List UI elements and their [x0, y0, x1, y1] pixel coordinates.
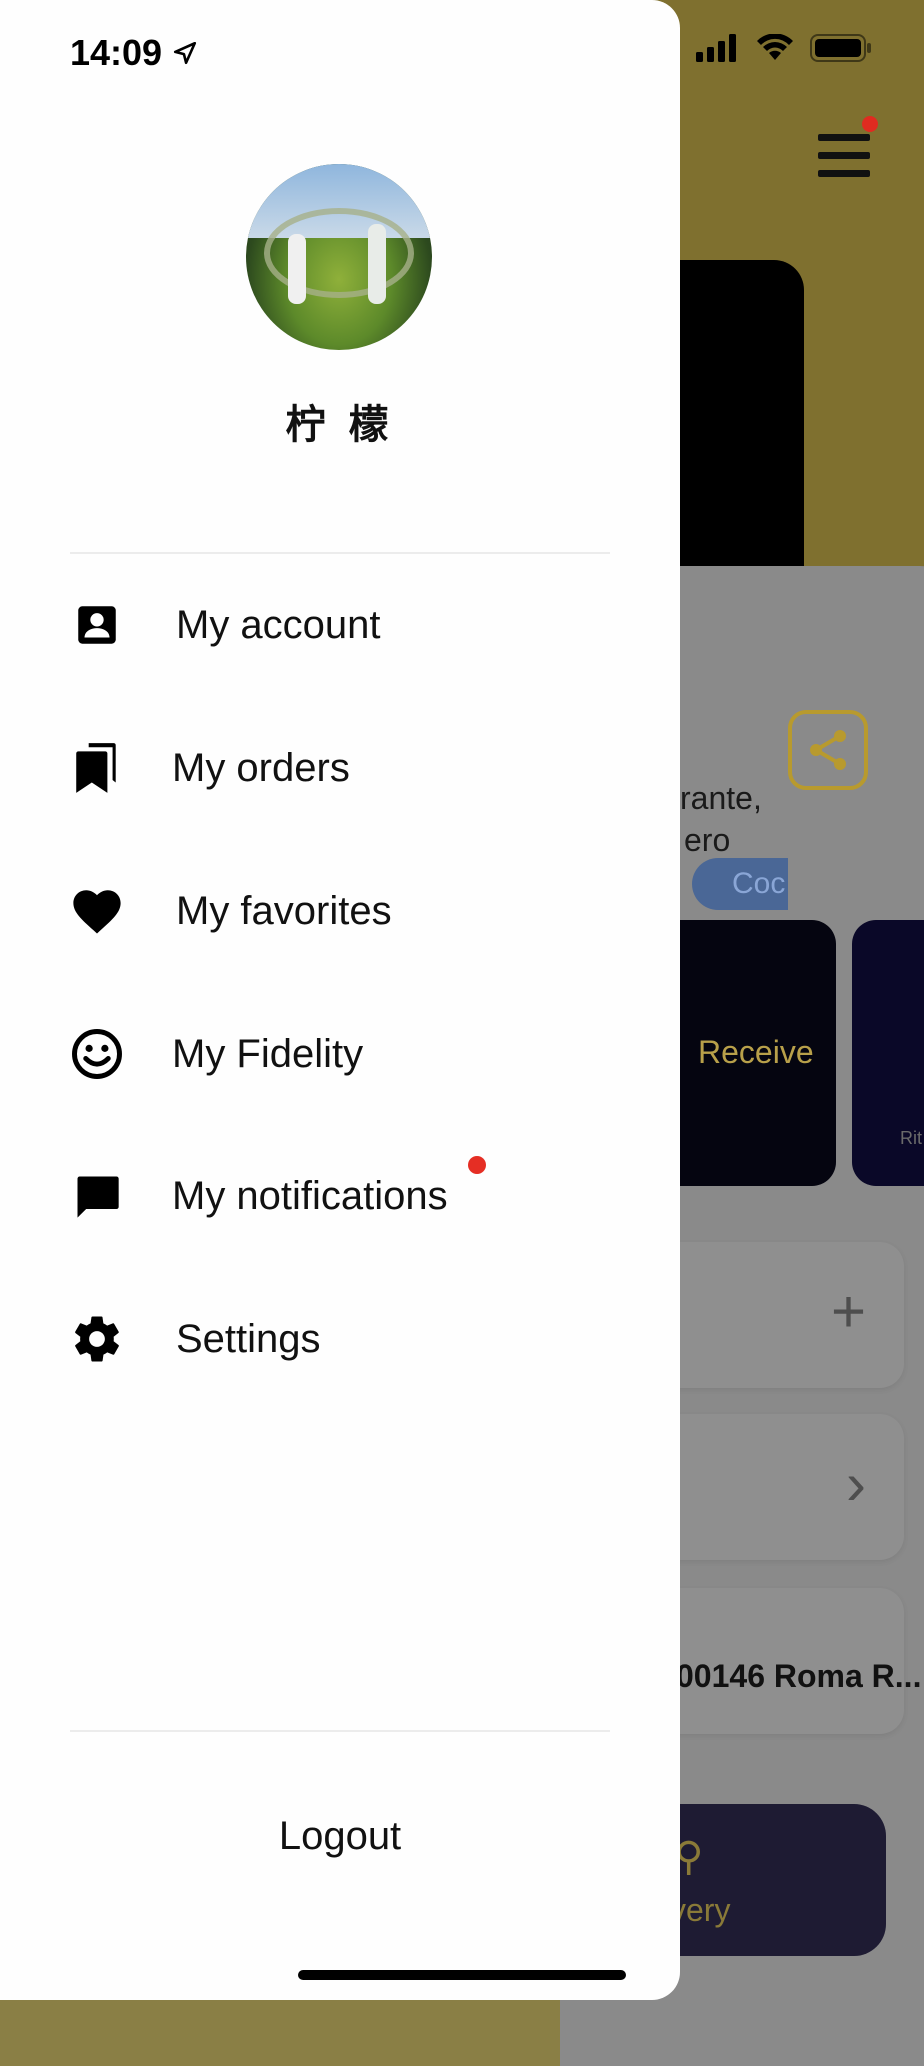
bookmarks-icon [70, 741, 124, 795]
profile-name: 柠 檬 [285, 403, 395, 447]
background-tag[interactable]: Coc [692, 858, 788, 910]
smiley-face-icon [70, 1027, 124, 1081]
menu-item-settings[interactable]: Settings [70, 1289, 610, 1389]
menu-label-my-account: My account [176, 602, 381, 647]
menu-label-my-orders: My orders [172, 745, 350, 790]
menu-label-my-favorites: My favorites [176, 888, 392, 933]
background-card-small-text: Rit [900, 1128, 922, 1148]
chat-bubble-icon [70, 1169, 124, 1223]
background-description-line1: rante, [680, 780, 762, 816]
menu-item-my-fidelity[interactable]: My Fidelity [70, 1004, 610, 1104]
hamburger-menu-icon[interactable] [818, 116, 878, 178]
status-time-text: 14:09 [70, 32, 163, 73]
location-arrow-icon [174, 41, 197, 65]
menu-badge-dot [862, 116, 878, 132]
divider-top [70, 552, 610, 554]
menu-label-settings: Settings [176, 1316, 321, 1361]
status-icons [696, 34, 872, 62]
avatar[interactable] [246, 164, 432, 350]
logout-button[interactable]: Logout [0, 1814, 680, 1859]
menu-label-my-notifications: My notifications [172, 1173, 448, 1218]
gear-icon [70, 1312, 124, 1366]
share-icon[interactable] [788, 710, 868, 790]
background-description-line2: ero [684, 822, 731, 858]
receive-label: Receive [698, 1034, 814, 1070]
divider-bottom [70, 1730, 610, 1732]
plus-icon: + [830, 1278, 866, 1345]
heart-icon [70, 884, 124, 938]
status-time: 14:09 [70, 32, 198, 74]
menu-item-my-favorites[interactable]: My favorites [70, 861, 610, 961]
menu-item-my-notifications[interactable]: My notifications [70, 1146, 610, 1246]
home-indicator[interactable] [298, 1970, 626, 1980]
background-address: 00146 Roma R... [676, 1658, 922, 1694]
notification-badge-dot [468, 1156, 486, 1174]
battery-icon [810, 34, 871, 62]
cellular-signal-icon [696, 34, 736, 62]
wifi-icon [757, 34, 793, 60]
menu-label-my-fidelity: My Fidelity [172, 1031, 364, 1076]
menu-item-my-account[interactable]: My account [70, 575, 610, 675]
side-drawer: 柠 檬 My account My orders My favorites My… [0, 0, 680, 2000]
menu-item-my-orders[interactable]: My orders [70, 718, 610, 818]
account-box-icon [70, 598, 124, 652]
chevron-right-icon: › [846, 1450, 866, 1517]
